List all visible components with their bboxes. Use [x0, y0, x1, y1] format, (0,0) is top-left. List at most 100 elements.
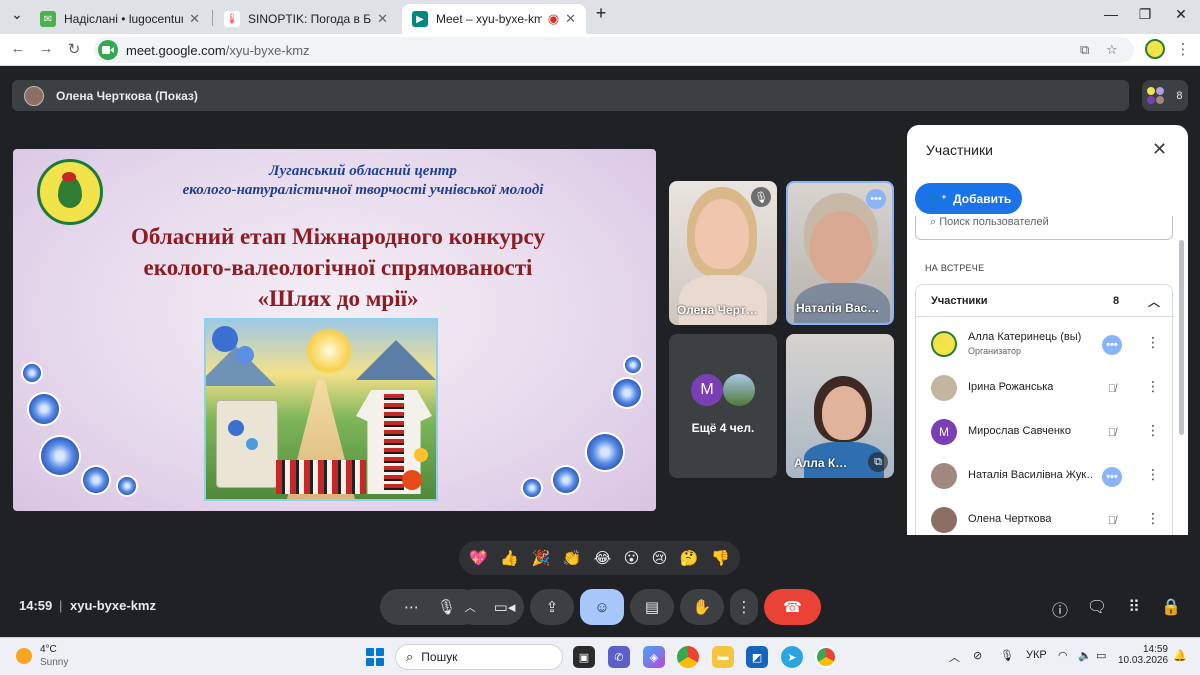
meeting-info-icon[interactable]: ⓘ	[1049, 597, 1071, 621]
others-tile[interactable]: M Ещё 4 чел.	[669, 334, 777, 478]
video-tile-speaking[interactable]: ••• Наталія Вас…	[786, 181, 894, 325]
tab-close-icon[interactable]: ✕	[189, 11, 200, 27]
avatar	[931, 507, 957, 533]
tab-sinoptik[interactable]: 🌡 SINOPTIK: Погода в Березани ✕	[214, 4, 398, 34]
taskbar-search[interactable]: ⌕ Пошук	[395, 644, 563, 670]
host-controls-icon[interactable]: 🔒	[1160, 597, 1182, 617]
flower-shape	[414, 448, 428, 462]
add-people-button[interactable]: 👤⁺ Добавить	[915, 183, 1022, 214]
paint-icon[interactable]: ◩	[746, 646, 768, 668]
camera-off-icon[interactable]: ⊘	[973, 649, 982, 662]
minimize-icon[interactable]: —	[1096, 6, 1126, 22]
participants-count-button[interactable]: 8	[1142, 80, 1188, 111]
reaction-heart[interactable]: 💖	[469, 549, 488, 567]
start-button[interactable]	[366, 648, 384, 666]
video-control-group: ︿ ▭◂	[456, 589, 524, 625]
bookmark-star-icon[interactable]: ☆	[1106, 42, 1118, 58]
speaker-icon[interactable]: 🔈	[1078, 649, 1092, 662]
participant-face	[822, 386, 866, 440]
reaction-sad[interactable]: 😢	[652, 549, 668, 567]
close-panel-icon[interactable]: ✕	[1152, 139, 1167, 160]
speaking-indicator-icon: •••	[1102, 467, 1122, 487]
reload-icon[interactable]: ↻	[64, 40, 84, 58]
chrome-icon[interactable]	[677, 646, 699, 668]
microphone-icon[interactable]: 🎙	[437, 598, 456, 616]
weather-temp[interactable]: 4°C	[40, 644, 57, 655]
speaking-indicator-icon: •••	[1102, 335, 1122, 355]
participant-row[interactable]: Олена Черткова 🎙̸ ⋮	[916, 498, 1174, 535]
more-options-icon[interactable]: ⋮	[1146, 334, 1160, 351]
maximize-icon[interactable]: ❐	[1130, 6, 1160, 23]
participant-name: Наталія Василівна Жук…	[968, 469, 1092, 481]
pin-tile-icon[interactable]: ⧉	[868, 452, 888, 472]
reaction-clap[interactable]: 👏	[563, 549, 582, 567]
reactions-button[interactable]: ☺	[580, 589, 624, 625]
panel-scrollbar[interactable]	[1179, 240, 1184, 435]
participant-row[interactable]: Ірина Рожанська 🎙̸ ⋮	[916, 366, 1174, 410]
tab-close-icon[interactable]: ✕	[377, 11, 388, 27]
participant-row[interactable]: Наталія Василівна Жук… ••• ⋮	[916, 454, 1174, 498]
tray-overflow-icon[interactable]: ︿	[949, 649, 960, 665]
more-options-icon[interactable]: ⋮	[1146, 422, 1160, 439]
tab-search-icon[interactable]: ⌄	[2, 6, 32, 23]
video-tile[interactable]: 🎙 Олена Черт…	[669, 181, 777, 325]
leave-call-button[interactable]: ☎	[764, 589, 821, 625]
slide-org-line1: Луганський обласний центр	[269, 163, 457, 179]
translate-icon[interactable]: ⧉	[1080, 42, 1089, 58]
raise-hand-button[interactable]: ✋	[680, 589, 724, 625]
mic-tray-icon[interactable]: 🎙	[1000, 649, 1014, 662]
activities-grid-icon[interactable]: ⠿	[1123, 597, 1145, 617]
profile-avatar[interactable]	[1145, 39, 1165, 59]
teams-chat-icon[interactable]: ✆	[608, 646, 630, 668]
file-explorer-icon[interactable]: ▬	[712, 646, 734, 668]
forward-arrow-icon[interactable]: →	[36, 40, 56, 57]
reaction-thumbs-down[interactable]: 👎	[711, 549, 730, 567]
copilot-icon[interactable]: ◈	[643, 646, 665, 668]
more-options-icon[interactable]: ⋮	[1146, 378, 1160, 395]
chevron-up-icon[interactable]: ︿	[465, 599, 476, 615]
more-options-icon[interactable]: ⋮	[1146, 510, 1160, 527]
others-avatar: M	[691, 374, 723, 406]
tab-close-icon[interactable]: ✕	[565, 11, 576, 27]
meet-favicon-icon: ▶	[412, 11, 428, 27]
task-view-icon[interactable]: ▣	[573, 646, 595, 668]
search-participants-input[interactable]: ⌕ Поиск пользователей	[915, 216, 1173, 240]
more-options-button[interactable]: ⋮	[730, 589, 758, 625]
sun-icon[interactable]	[16, 648, 32, 664]
telegram-icon[interactable]: ➤	[781, 646, 803, 668]
url-text[interactable]: meet.google.com/xyu-byxe-kmz	[126, 43, 310, 58]
present-screen-button[interactable]: ⇪	[530, 589, 574, 625]
chat-icon[interactable]: 🗨	[1086, 597, 1108, 617]
wifi-icon[interactable]: ◠	[1058, 649, 1068, 662]
keyboard-language[interactable]: УКР	[1026, 649, 1047, 661]
more-options-icon[interactable]: ⋮	[1146, 466, 1160, 483]
group-header[interactable]: Участники 8 ︿	[916, 285, 1174, 317]
chevron-up-icon[interactable]: ︿	[1148, 293, 1160, 310]
address-bar[interactable]: meet.google.com/xyu-byxe-kmz ⧉ ☆	[94, 37, 1134, 63]
reaction-party[interactable]: 🎉	[531, 549, 550, 567]
window-close-icon[interactable]: ✕	[1166, 6, 1196, 23]
participant-row[interactable]: M Мирослав Савченко 🎙̸ ⋮	[916, 410, 1174, 454]
reaction-surprised[interactable]: 😮	[624, 549, 640, 567]
meet-site-icon[interactable]	[98, 40, 118, 60]
tab-title: SINOPTIK: Погода в Березани	[248, 12, 372, 26]
camera-icon[interactable]: ▭◂	[494, 598, 516, 616]
browser-menu-icon[interactable]: ⋮	[1173, 40, 1193, 58]
tab-meet[interactable]: ▶ Meet – xyu-byxe-kmz ◉ ✕	[402, 4, 586, 34]
battery-icon[interactable]: ▭	[1096, 649, 1106, 662]
tile-name: Алла К…	[794, 456, 848, 470]
new-tab-button[interactable]: +	[586, 3, 616, 24]
tab-ukrnet-mail[interactable]: ✉ Надіслані • lugocentum19@ukr ✕	[30, 4, 210, 34]
chrome-profile-icon[interactable]	[815, 646, 837, 668]
video-tile[interactable]: ⧉ Алла К…	[786, 334, 894, 478]
system-clock[interactable]: 14:59 10.03.2026	[1118, 644, 1168, 666]
weather-condition[interactable]: Sunny	[40, 657, 68, 668]
reaction-thinking[interactable]: 🤔	[680, 549, 699, 567]
more-audio-options-icon[interactable]: ⋯	[404, 598, 419, 616]
participant-row[interactable]: Алла Катеринець (вы) Организатор ••• ⋮	[916, 322, 1174, 366]
captions-button[interactable]: ▤	[630, 589, 674, 625]
reaction-thumbs-up[interactable]: 👍	[500, 549, 519, 567]
back-arrow-icon[interactable]: ←	[8, 40, 28, 57]
reaction-laugh[interactable]: 😂	[594, 549, 612, 567]
notification-bell-icon[interactable]: 🔔	[1173, 649, 1187, 662]
